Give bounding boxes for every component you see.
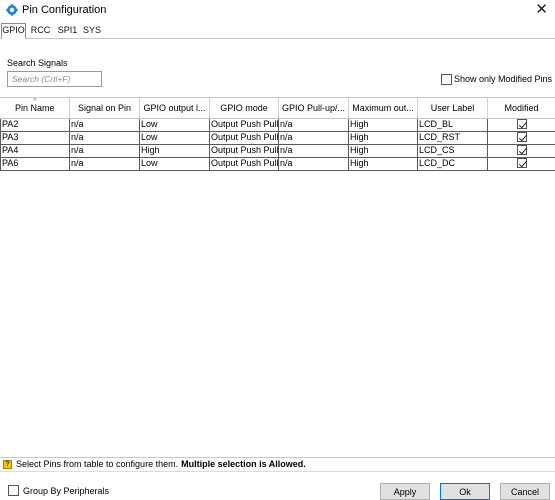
- cell-modified[interactable]: [487, 117, 555, 132]
- cell-signal[interactable]: n/a: [69, 143, 140, 158]
- group-by-peripherals-toggle[interactable]: Group By Peripherals: [8, 485, 109, 496]
- cell-max-speed[interactable]: High: [348, 130, 418, 145]
- cell-pin-name[interactable]: PA2: [0, 117, 70, 132]
- cell-modified[interactable]: [487, 143, 555, 158]
- cell-signal[interactable]: n/a: [69, 117, 140, 132]
- tab-rcc[interactable]: RCC: [28, 24, 53, 39]
- modified-checkbox[interactable]: [516, 132, 527, 143]
- tab-sys[interactable]: SYS: [81, 24, 103, 39]
- cell-gpio-mode[interactable]: Output Push Pull: [209, 117, 279, 132]
- cell-user-label[interactable]: LCD_BL: [417, 117, 488, 132]
- table-row[interactable]: PA3 n/a Low Output Push Pull n/a High LC…: [0, 130, 555, 145]
- column-header-user-label[interactable]: User Label: [417, 98, 488, 119]
- cell-gpio-mode[interactable]: Output Push Pull: [209, 130, 279, 145]
- cancel-button[interactable]: Cancel: [500, 483, 550, 500]
- cell-gpio-mode[interactable]: Output Push Pull: [209, 156, 279, 171]
- pin-table-container: ^ Pin Name Signal on Pin GPIO output l...…: [0, 97, 555, 457]
- cell-max-speed[interactable]: High: [348, 156, 418, 171]
- cell-gpio-mode[interactable]: Output Push Pull: [209, 143, 279, 158]
- column-header-gpio-output-level[interactable]: GPIO output l...: [139, 98, 210, 119]
- table-row[interactable]: PA2 n/a Low Output Push Pull n/a High LC…: [0, 117, 555, 132]
- cell-pull[interactable]: n/a: [278, 130, 349, 145]
- pin-table: ^ Pin Name Signal on Pin GPIO output l...…: [0, 98, 555, 171]
- cell-pull[interactable]: n/a: [278, 117, 349, 132]
- close-icon[interactable]: ✕: [535, 1, 548, 18]
- table-header-row: ^ Pin Name Signal on Pin GPIO output l...…: [0, 98, 555, 119]
- status-text: Select Pins from table to configure them…: [16, 459, 179, 469]
- status-bold-text: Multiple selection is Allowed.: [181, 459, 306, 469]
- cell-user-label[interactable]: LCD_DC: [417, 156, 488, 171]
- show-only-modified-checkbox[interactable]: [441, 73, 452, 85]
- window-title: Pin Configuration: [22, 4, 107, 16]
- peripheral-tabs: GPIO RCC SPI1 SYS: [0, 23, 555, 39]
- table-row[interactable]: PA6 n/a Low Output Push Pull n/a High LC…: [0, 156, 555, 171]
- cell-output-level[interactable]: High: [139, 143, 210, 158]
- search-input[interactable]: [7, 71, 102, 87]
- table-row[interactable]: PA4 n/a High Output Push Pull n/a High L…: [0, 143, 555, 158]
- cell-user-label[interactable]: LCD_CS: [417, 143, 488, 158]
- cell-pin-name[interactable]: PA6: [0, 156, 70, 171]
- cell-user-label[interactable]: LCD_RST: [417, 130, 488, 145]
- show-only-modified-toggle[interactable]: Show only Modified Pins: [441, 72, 552, 86]
- cell-modified[interactable]: [487, 130, 555, 145]
- cell-pull[interactable]: n/a: [278, 156, 349, 171]
- column-header-maximum-output-speed[interactable]: Maximum out...: [348, 98, 418, 119]
- cell-pull[interactable]: n/a: [278, 143, 349, 158]
- app-icon: [6, 4, 18, 16]
- cell-signal[interactable]: n/a: [69, 156, 140, 171]
- search-label: Search Signals: [7, 58, 68, 68]
- cell-pin-name[interactable]: PA4: [0, 143, 70, 158]
- cell-pin-name[interactable]: PA3: [0, 130, 70, 145]
- cell-modified[interactable]: [487, 156, 555, 171]
- group-by-peripherals-label: Group By Peripherals: [23, 485, 110, 496]
- column-header-gpio-pull[interactable]: GPIO Pull-up/...: [278, 98, 349, 119]
- column-header-signal-on-pin[interactable]: Signal on Pin: [69, 98, 140, 119]
- modified-checkbox[interactable]: [516, 158, 527, 169]
- hint-icon: ?: [3, 459, 12, 469]
- modified-checkbox[interactable]: [516, 145, 527, 156]
- ok-button[interactable]: Ok: [440, 483, 490, 500]
- cell-signal[interactable]: n/a: [69, 130, 140, 145]
- dialog-footer: Group By Peripherals Apply Ok Cancel: [0, 471, 555, 500]
- cell-output-level[interactable]: Low: [139, 117, 210, 132]
- apply-button[interactable]: Apply: [380, 483, 430, 500]
- tab-spi1[interactable]: SPI1: [55, 24, 80, 39]
- column-header-pin-name[interactable]: ^ Pin Name: [0, 98, 70, 119]
- tab-gpio[interactable]: GPIO: [1, 23, 26, 39]
- modified-checkbox[interactable]: [516, 119, 527, 130]
- show-only-modified-label: Show only Modified Pins: [454, 74, 553, 84]
- cell-output-level[interactable]: Low: [139, 156, 210, 171]
- sort-ascending-icon: ^: [33, 98, 37, 105]
- cell-max-speed[interactable]: High: [348, 143, 418, 158]
- column-header-modified[interactable]: Modified: [487, 98, 555, 119]
- cell-max-speed[interactable]: High: [348, 117, 418, 132]
- column-header-gpio-mode[interactable]: GPIO mode: [209, 98, 279, 119]
- title-bar: Pin Configuration ✕: [0, 0, 555, 21]
- status-hint-bar: ? Select Pins from table to configure th…: [0, 457, 555, 470]
- group-by-peripherals-checkbox[interactable]: [8, 485, 19, 496]
- cell-output-level[interactable]: Low: [139, 130, 210, 145]
